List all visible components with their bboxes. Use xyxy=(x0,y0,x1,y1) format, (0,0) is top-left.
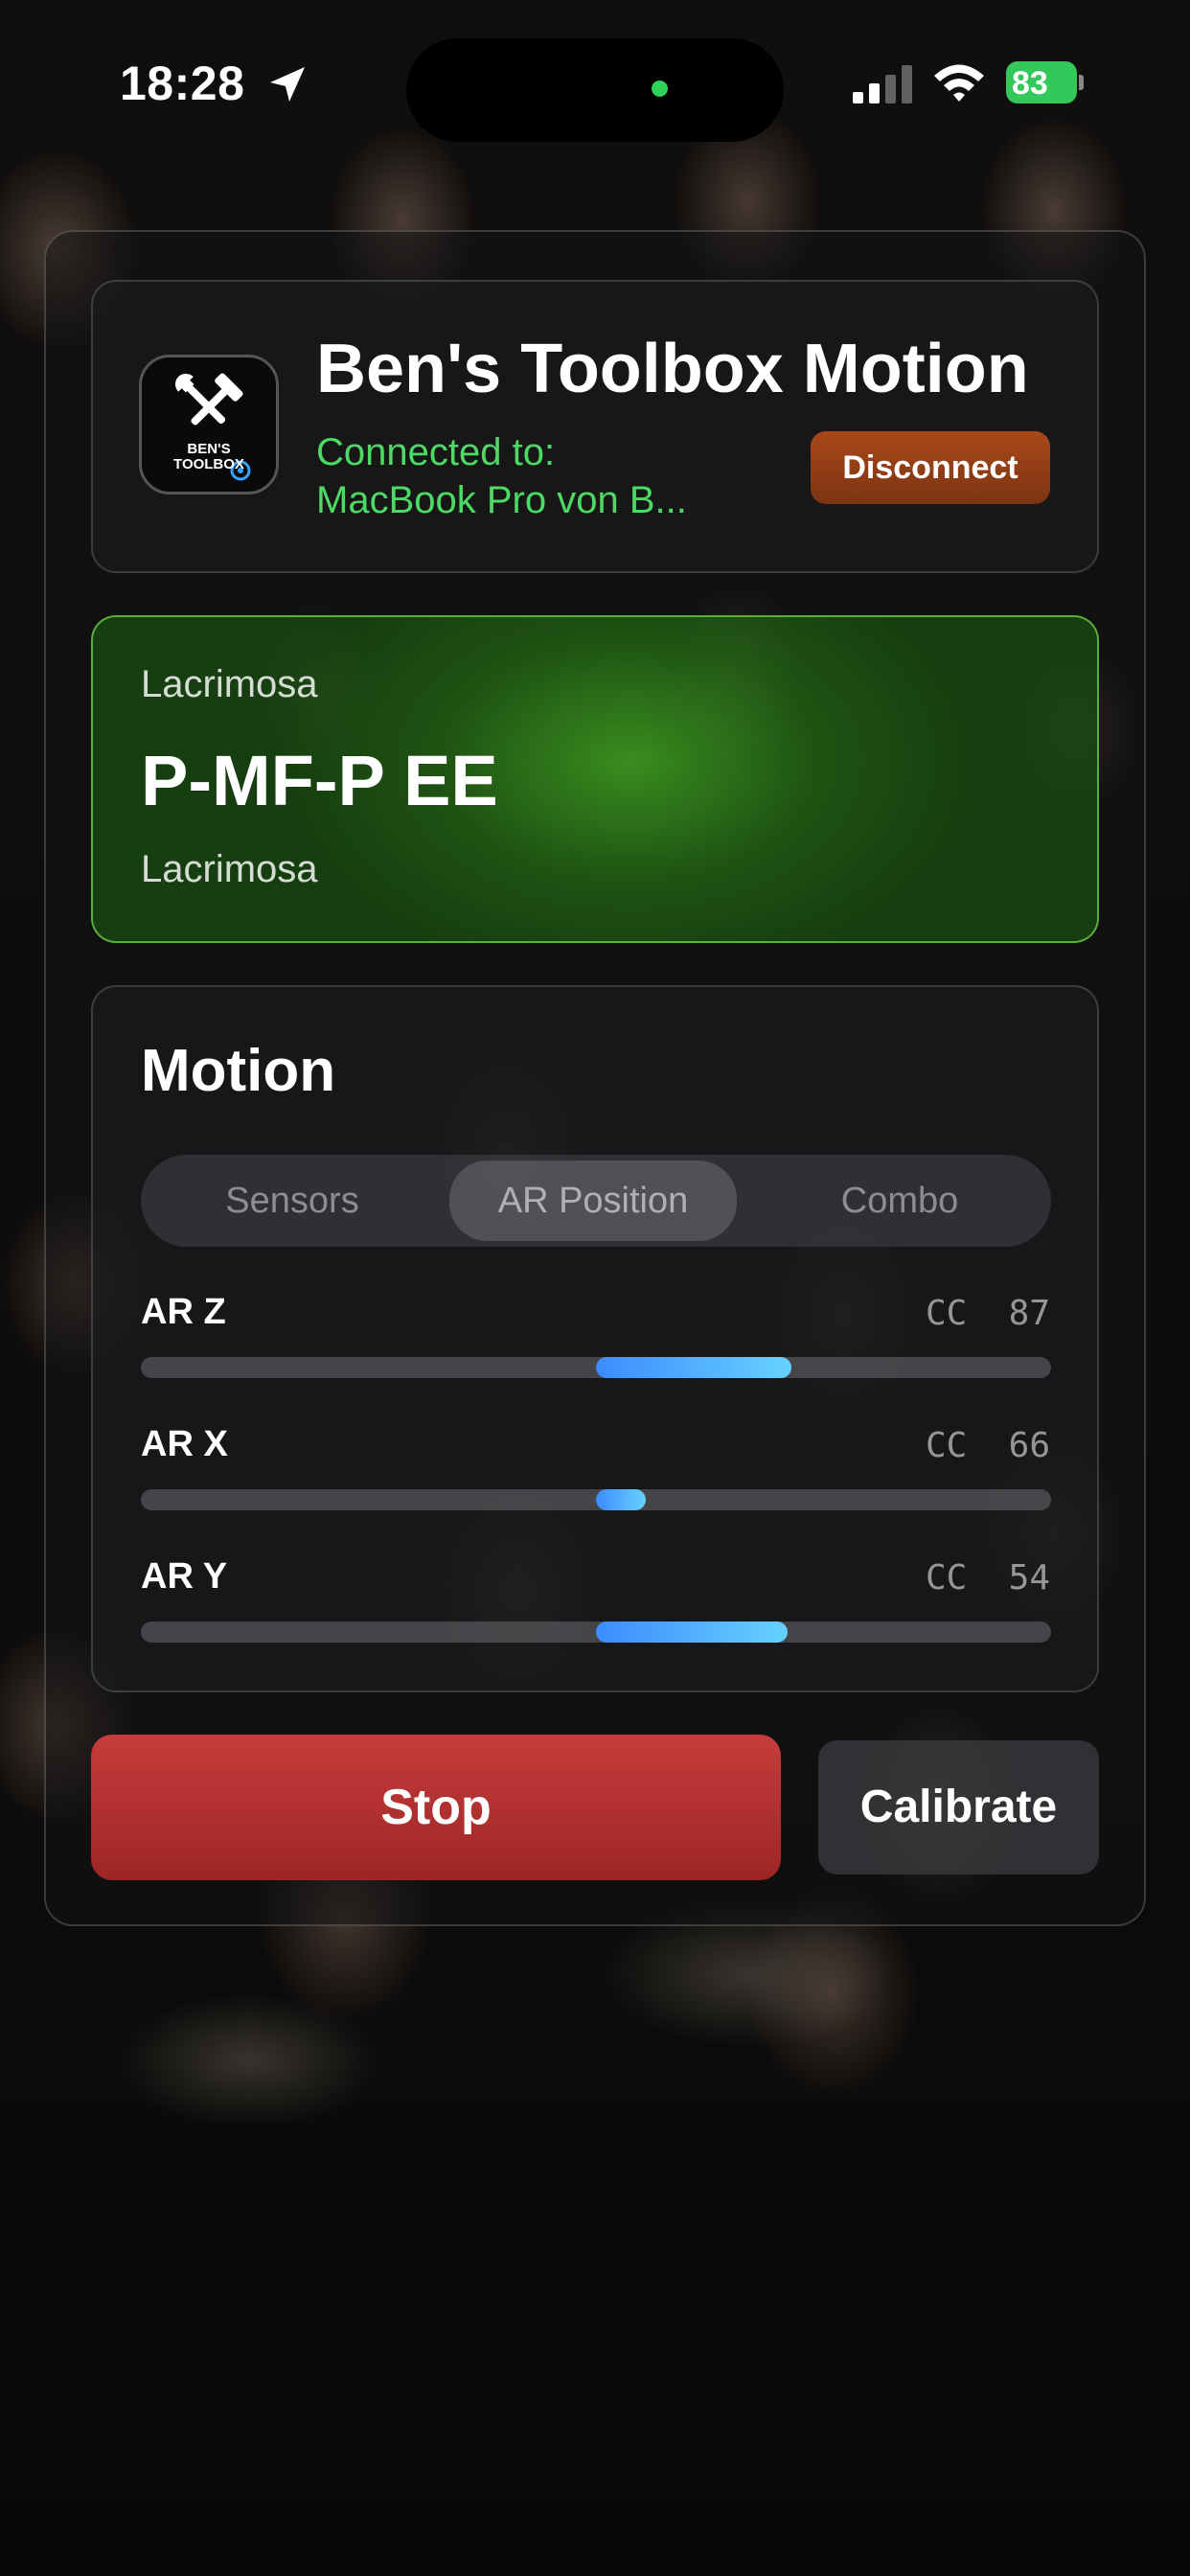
meter-label-ar-z: AR Z xyxy=(141,1292,226,1332)
cellular-signal-icon xyxy=(853,65,912,104)
connection-status-label: Connected to: xyxy=(316,431,556,473)
battery-tip xyxy=(1079,75,1084,90)
meter-fill-ar-x xyxy=(596,1489,647,1510)
status-bar: 18:28 83 xyxy=(0,0,1190,153)
motion-mode-segmented-control: Sensors AR Position Combo xyxy=(141,1155,1051,1247)
tab-combo[interactable]: Combo xyxy=(748,1155,1051,1247)
camera-in-use-indicator xyxy=(652,80,668,97)
meter-track-ar-z xyxy=(141,1357,1051,1378)
meter-fill-ar-z xyxy=(596,1357,792,1378)
dynamic-island xyxy=(406,38,784,142)
calibrate-button[interactable]: Calibrate xyxy=(818,1740,1099,1874)
song-subtitle-top: Lacrimosa xyxy=(141,663,318,705)
meter-track-ar-x xyxy=(141,1489,1051,1510)
connected-device-name: MacBook Pro von B... xyxy=(316,479,687,521)
meter-cc-ar-y: CC 54 xyxy=(925,1558,1050,1598)
tab-ar-position[interactable]: AR Position xyxy=(449,1161,737,1241)
meter-cc-ar-x: CC 66 xyxy=(925,1426,1050,1465)
battery-percentage: 83 xyxy=(1012,65,1048,102)
location-arrow-icon xyxy=(270,67,305,102)
meter-cc-ar-z: CC 87 xyxy=(925,1294,1050,1333)
bens-toolbox-app-icon: BEN'S TOOLBOX xyxy=(139,355,279,494)
song-title: P-MF-P EE xyxy=(141,741,498,820)
meter-fill-ar-y xyxy=(596,1622,788,1643)
meter-track-ar-y xyxy=(141,1622,1051,1643)
song-subtitle-bottom: Lacrimosa xyxy=(141,848,318,890)
app-icon-text-bens: BEN'S xyxy=(187,441,231,457)
meter-label-ar-x: AR X xyxy=(141,1424,228,1464)
status-time: 18:28 xyxy=(120,57,245,110)
wifi-icon xyxy=(934,64,984,102)
disconnect-button[interactable]: Disconnect xyxy=(811,431,1050,504)
app-icon-text-toolbox: TOOLBOX xyxy=(173,456,244,472)
screen: 18:28 83 BEN'S TOOLBOX Ben's Toolbox Mot… xyxy=(0,0,1190,2576)
app-title: Ben's Toolbox Motion xyxy=(316,331,1029,407)
stop-button[interactable]: Stop xyxy=(91,1735,781,1880)
battery-charging-icon: 83 xyxy=(1006,61,1084,104)
tab-sensors[interactable]: Sensors xyxy=(141,1155,444,1247)
motion-section-title: Motion xyxy=(141,1038,336,1104)
meter-label-ar-y: AR Y xyxy=(141,1556,228,1597)
